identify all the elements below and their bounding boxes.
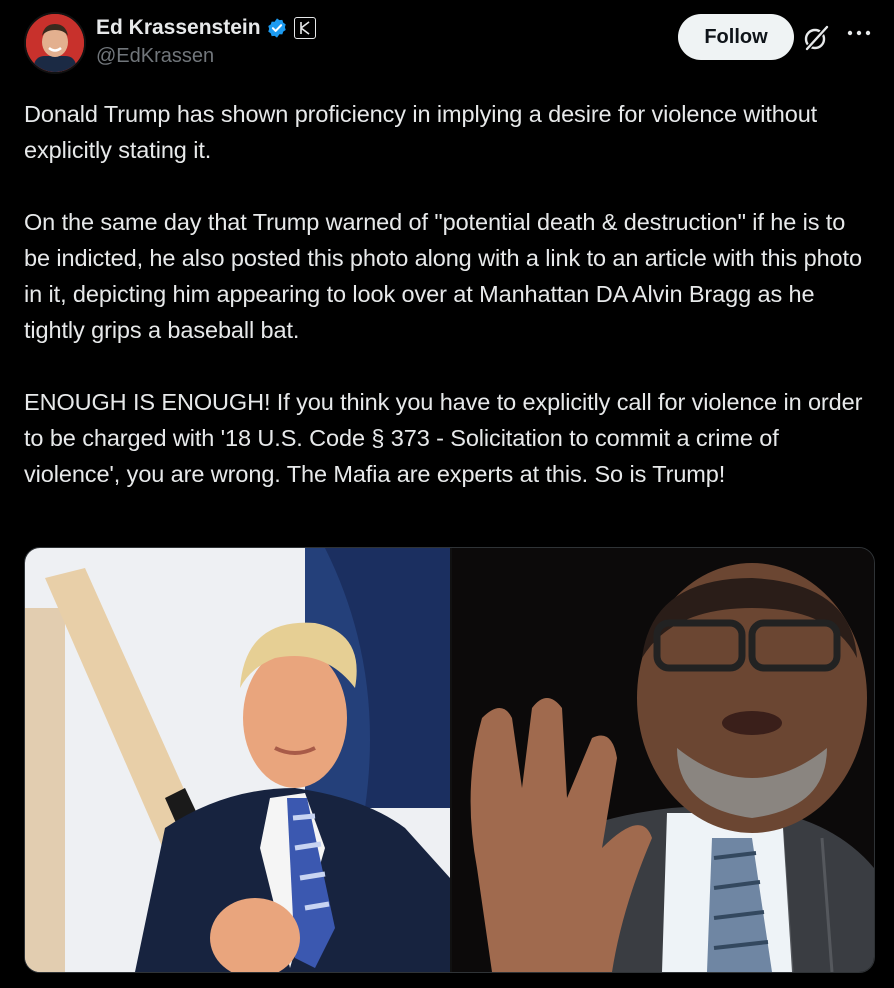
avatar-image <box>26 14 84 72</box>
author-names: Ed Krassenstein @EdKrassen <box>96 14 316 68</box>
grok-icon[interactable] <box>802 24 830 52</box>
author-handle[interactable]: @EdKrassen <box>96 45 316 68</box>
photo-man-with-bat[interactable] <box>25 548 450 972</box>
photo-man-speaking[interactable] <box>452 548 874 972</box>
more-options-icon[interactable] <box>846 26 872 40</box>
tweet-media[interactable] <box>24 547 875 973</box>
tweet-header: Ed Krassenstein @EdKrassen Follow <box>24 12 874 76</box>
follow-button[interactable]: Follow <box>678 14 794 60</box>
tweet-paragraph: On the same day that Trump warned of "po… <box>24 209 862 343</box>
avatar[interactable] <box>24 12 86 74</box>
affiliation-badge-icon[interactable] <box>293 17 316 39</box>
display-name[interactable]: Ed Krassenstein <box>96 16 261 40</box>
verified-badge-icon[interactable] <box>266 17 288 39</box>
tweet-paragraph: Donald Trump has shown proficiency in im… <box>24 101 818 163</box>
tweet-text: Donald Trump has shown proficiency in im… <box>24 96 874 528</box>
tweet-paragraph: ENOUGH IS ENOUGH! If you think you have … <box>24 389 863 487</box>
